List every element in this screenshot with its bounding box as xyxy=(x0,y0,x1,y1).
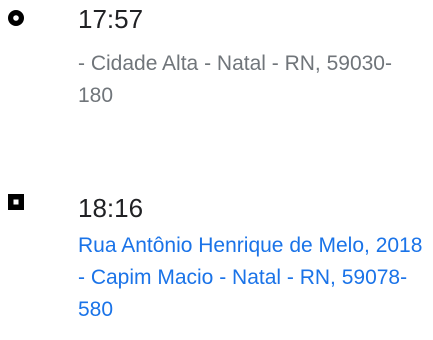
origin-address: - Cidade Alta - Natal - RN, 59030-180 xyxy=(78,52,392,107)
origin-time: 17:57 xyxy=(78,4,144,34)
square-marker-icon xyxy=(8,194,24,210)
destination-time: 18:16 xyxy=(78,193,144,223)
circle-marker-icon xyxy=(8,10,24,26)
destination-address-link[interactable]: Rua Antônio Henrique de Melo, 2018 - Cap… xyxy=(78,230,423,326)
